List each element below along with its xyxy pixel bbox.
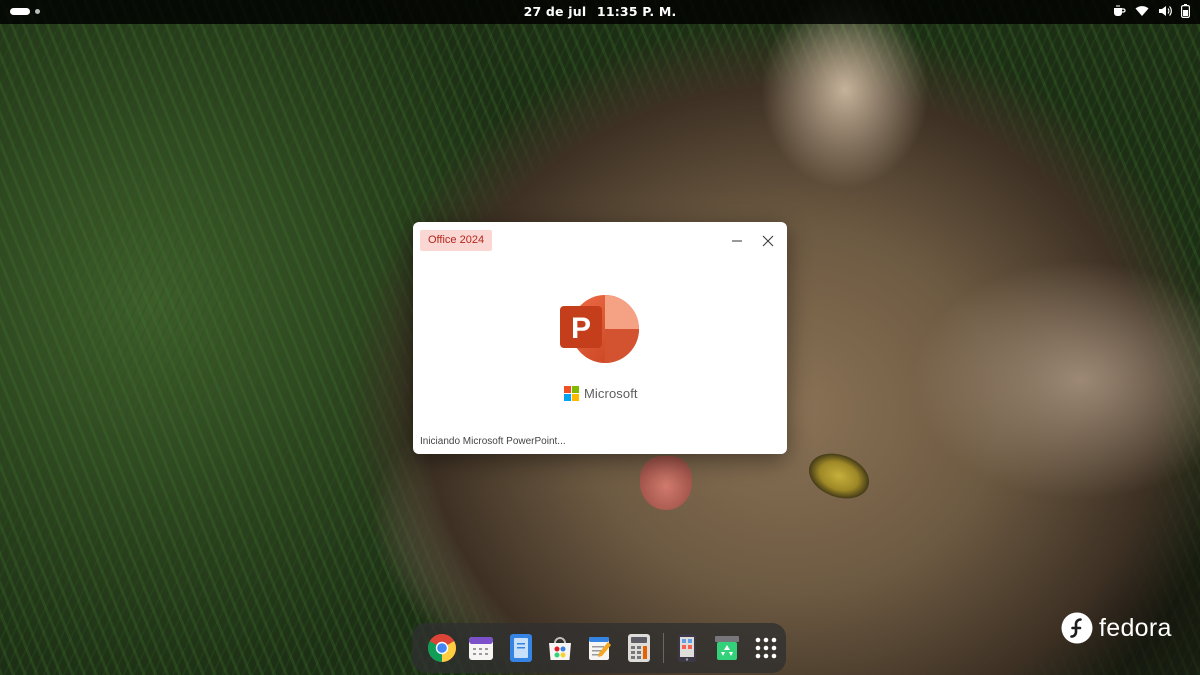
dock-item-chrome[interactable] [422,628,461,668]
phone-icon [678,634,697,662]
recycle-icon [714,636,739,660]
minimize-button[interactable] [726,231,748,251]
dock-item-phone[interactable] [668,628,707,668]
close-button[interactable] [757,231,779,251]
dock-separator [662,633,664,663]
tea-icon [1112,4,1126,18]
app-grid-icon [756,637,777,659]
text-editor-icon [588,637,611,660]
microsoft-wordmark: Microsoft [584,386,638,401]
clock[interactable]: 27 de jul 11:35 P. M. [0,4,1200,19]
calendar-icon [469,637,494,660]
fedora-icon [1061,612,1093,644]
fedora-wordmark: fedora [1099,613,1172,642]
dock-item-calculator[interactable] [619,628,658,668]
chrome-icon [427,634,456,662]
volume-icon [1158,5,1172,17]
clock-time: 11:35 P. M. [596,4,677,19]
clock-date: 27 de jul [523,4,587,19]
wifi-icon [1135,5,1149,17]
dock-item-text-editor[interactable] [580,628,619,668]
powerpoint-logo: P [558,293,642,371]
office-splash-window: Office 2024 P Microsoft Iniciando Micros… [413,222,787,454]
dock-item-software[interactable] [540,628,579,668]
powerpoint-letter: P [571,312,591,345]
system-tray[interactable] [1112,4,1190,18]
dock-item-recycle[interactable] [707,628,746,668]
microsoft-logo-icon [564,386,579,401]
calculator-icon [627,634,650,662]
dock-item-show-apps[interactable] [747,628,786,668]
software-store-icon [549,637,572,660]
microsoft-brand: Microsoft [564,386,638,401]
dock [412,623,786,673]
wallpaper-cat-nose [640,456,692,510]
top-bar: 27 de jul 11:35 P. M. [0,0,1200,24]
fedora-logo: fedora [1061,612,1172,644]
battery-icon [1181,4,1190,18]
dock-item-document-viewer[interactable] [501,628,540,668]
document-viewer-icon [509,634,532,662]
app-badge: Office 2024 [420,230,493,251]
loading-status-text: Iniciando Microsoft PowerPoint... [420,436,566,447]
dock-item-calendar[interactable] [461,628,500,668]
